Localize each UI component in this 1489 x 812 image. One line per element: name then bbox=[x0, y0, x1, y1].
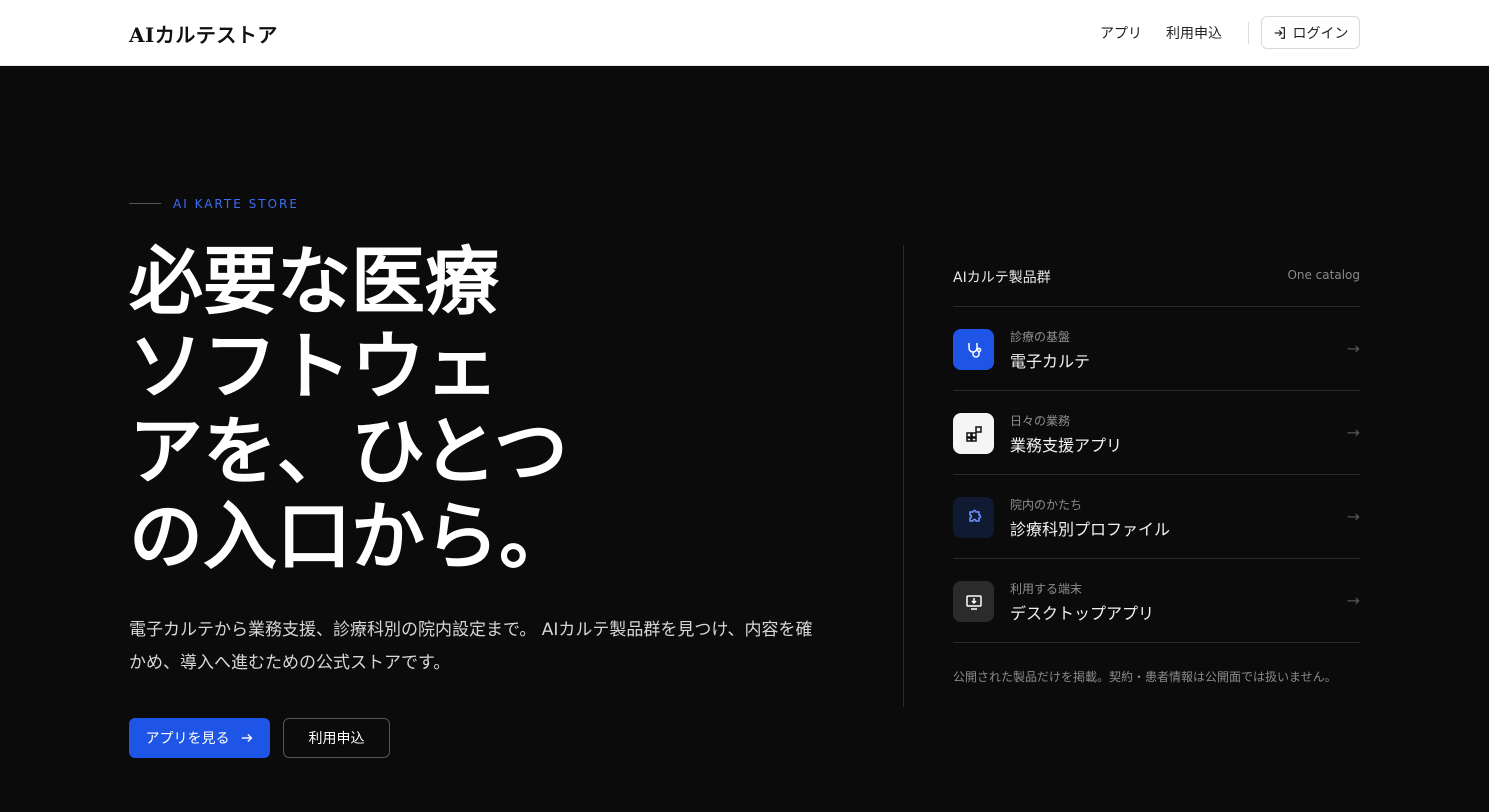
section-divider bbox=[903, 245, 904, 707]
nav-divider bbox=[1248, 22, 1249, 44]
nav-apps-link[interactable]: アプリ bbox=[1100, 0, 1142, 66]
catalog-note: One catalog bbox=[1287, 268, 1360, 282]
arrow-right-icon: → bbox=[1346, 339, 1360, 358]
item-category: 診療の基盤 bbox=[1010, 330, 1071, 344]
headline-line: の入口から。 bbox=[129, 494, 573, 580]
item-category: 日々の業務 bbox=[1010, 414, 1071, 428]
arrow-right-icon: → bbox=[1346, 423, 1360, 442]
puzzle-icon bbox=[953, 497, 994, 538]
catalog-footnote: 公開された製品だけを掲載。契約・患者情報は公開面では扱いません。 bbox=[953, 670, 1337, 684]
headline-line: ソフトウェ bbox=[129, 324, 499, 410]
brand-logo[interactable]: AIカルテストア bbox=[129, 19, 278, 48]
item-name: デスクトップアプリ bbox=[1010, 604, 1155, 623]
item-name: 業務支援アプリ bbox=[1010, 436, 1123, 455]
login-label: ログイン bbox=[1292, 25, 1349, 42]
headline-line: 必要な医療 bbox=[129, 239, 499, 325]
headline-line: アを、ひとつ bbox=[129, 409, 568, 495]
item-name: 電子カルテ bbox=[1010, 352, 1091, 371]
item-category: 利用する端末 bbox=[1010, 582, 1083, 596]
site-header: AIカルテストア アプリ 利用申込 ログイン bbox=[0, 0, 1489, 66]
hero-lead: 電子カルテから業務支援、診療科別の院内設定まで。 AIカルテ製品群を見つけ、内容… bbox=[129, 620, 813, 673]
view-apps-button[interactable]: アプリを見る bbox=[129, 718, 270, 758]
arrow-right-icon: → bbox=[1346, 591, 1360, 610]
view-apps-label: アプリを見る bbox=[145, 731, 230, 747]
catalog-item-business-support[interactable]: 日々の業務 業務支援アプリ → bbox=[953, 391, 1360, 475]
monitor-download-icon bbox=[953, 581, 994, 622]
catalog-item-department-profile[interactable]: 院内のかたち 診療科別プロファイル → bbox=[953, 475, 1360, 559]
arrow-right-icon bbox=[241, 734, 252, 742]
item-name: 診療科別プロファイル bbox=[1010, 520, 1171, 539]
catalog-title: AIカルテ製品群 bbox=[953, 270, 1051, 286]
hero-headline: 必要な医療 ソフトウェ アを、ひとつ の入口から。 bbox=[129, 240, 649, 580]
eyebrow-label: AI KARTE STORE bbox=[173, 197, 299, 211]
widgets-icon bbox=[953, 413, 994, 454]
login-icon bbox=[1274, 26, 1285, 39]
stethoscope-icon bbox=[953, 329, 994, 370]
nav-apply-link[interactable]: 利用申込 bbox=[1166, 0, 1222, 66]
apply-button[interactable]: 利用申込 bbox=[283, 718, 390, 758]
arrow-right-icon: → bbox=[1346, 507, 1360, 526]
eyebrow-rule bbox=[129, 203, 161, 204]
catalog-item-ehr[interactable]: 診療の基盤 電子カルテ → bbox=[953, 307, 1360, 391]
item-category: 院内のかたち bbox=[1010, 498, 1083, 512]
catalog-item-desktop-app[interactable]: 利用する端末 デスクトップアプリ → bbox=[953, 559, 1360, 643]
login-button[interactable]: ログイン bbox=[1261, 16, 1360, 49]
